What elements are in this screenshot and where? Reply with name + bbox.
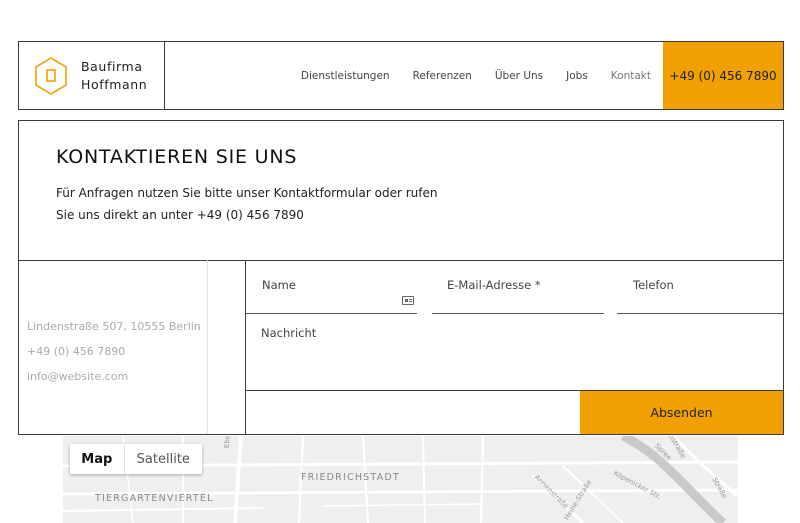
map-tab-map[interactable]: Map — [70, 444, 125, 474]
map[interactable]: Map Satellite FRIEDRICHSTADT TIERGARTENV… — [63, 436, 738, 523]
contact-intro: KONTAKTIEREN SIE UNS Für Anfragen nutzen… — [19, 121, 783, 261]
main-nav: Dienstleistungen Referenzen Über Uns Job… — [278, 42, 651, 109]
nav-item-referenzen[interactable]: Referenzen — [413, 70, 472, 82]
contact-description-line-1: Für Anfragen nutzen Sie bitte unser Kont… — [56, 186, 438, 200]
contact-form: Name E-Mail-Adresse * Telefon Nachricht … — [246, 260, 783, 434]
nav-item-dienstleistungen[interactable]: Dienstleistungen — [301, 70, 390, 82]
message-field-label: Nachricht — [261, 326, 317, 340]
name-field-label: Name — [262, 278, 296, 292]
nav-item-jobs[interactable]: Jobs — [566, 70, 588, 82]
phone-field[interactable]: Telefon — [617, 260, 783, 314]
email-field-label: E-Mail-Adresse * — [447, 278, 541, 292]
contact-section: KONTAKTIEREN SIE UNS Für Anfragen nutzen… — [18, 120, 784, 435]
map-label-friedrichstadt: FRIEDRICHSTADT — [301, 472, 400, 483]
map-tab-satellite[interactable]: Satellite — [125, 444, 202, 474]
contact-info: Lindenstraße 507, 10555 Berlin +49 (0) 4… — [19, 260, 208, 434]
contact-card-icon[interactable] — [402, 296, 414, 305]
brand-line-1: Baufirma — [81, 59, 143, 74]
phone-field-underline — [617, 313, 783, 314]
brand-line-2: Hoffmann — [81, 77, 148, 92]
nav-item-ueber-uns[interactable]: Über Uns — [495, 70, 543, 82]
map-street-ebertstr: Ebertstr. — [223, 436, 232, 448]
contact-title: KONTAKTIEREN SIE UNS — [56, 146, 298, 168]
map-label-tiergartenviertel: TIERGARTENVIERTEL — [95, 493, 214, 504]
phone-field-label: Telefon — [633, 278, 674, 292]
message-field[interactable]: Nachricht — [246, 316, 783, 391]
logo[interactable]: Baufirma Hoffmann — [19, 42, 165, 109]
email-field-underline — [432, 313, 604, 314]
name-field-underline — [246, 313, 417, 314]
submit-button[interactable]: Absenden — [580, 391, 783, 434]
phone-cta-button[interactable]: +49 (0) 456 7890 — [663, 42, 783, 109]
phone-link[interactable]: +49 (0) 456 7890 — [27, 345, 125, 358]
contact-description-line-2: Sie uns direkt an unter +49 (0) 456 7890 — [56, 208, 304, 222]
map-type-toggle: Map Satellite — [70, 444, 202, 474]
site-header: Baufirma Hoffmann Dienstleistungen Refer… — [18, 41, 784, 110]
hexagon-house-icon — [35, 57, 67, 95]
email-link[interactable]: info@website.com — [27, 370, 128, 383]
contact-description: Für Anfragen nutzen Sie bitte unser Kont… — [56, 182, 496, 226]
divider-column — [208, 260, 246, 434]
address-text: Lindenstraße 507, 10555 Berlin — [27, 320, 201, 333]
nav-item-kontakt[interactable]: Kontakt — [611, 70, 651, 82]
email-field[interactable]: E-Mail-Adresse * — [432, 260, 604, 314]
name-field[interactable]: Name — [246, 260, 417, 314]
brand-name: Baufirma Hoffmann — [81, 58, 147, 94]
